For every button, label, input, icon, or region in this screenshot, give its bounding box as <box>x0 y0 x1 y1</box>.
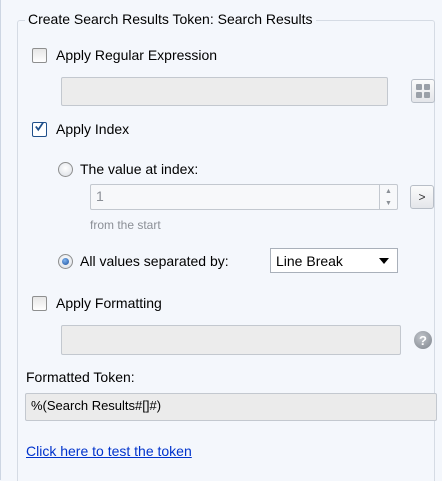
radio-selected-dot <box>62 258 69 265</box>
spin-up-icon[interactable]: ▲ <box>380 185 397 197</box>
test-token-link[interactable]: Click here to test the token <box>26 443 192 459</box>
apply-formatting-label[interactable]: Apply Formatting <box>56 295 162 311</box>
regex-input[interactable] <box>61 77 388 106</box>
value-at-index-radio[interactable] <box>58 162 73 177</box>
help-icon[interactable]: ? <box>414 331 432 349</box>
index-spinner[interactable]: ▲ ▼ <box>379 185 397 209</box>
apply-regex-label[interactable]: Apply Regular Expression <box>56 47 217 63</box>
separator-value: Line Break <box>276 252 343 269</box>
chevron-down-icon <box>379 258 389 264</box>
apply-index-label[interactable]: Apply Index <box>56 121 129 137</box>
all-values-label[interactable]: All values separated by: <box>80 253 229 269</box>
apply-regex-checkbox[interactable] <box>32 48 47 63</box>
apply-formatting-checkbox[interactable] <box>32 296 47 311</box>
index-value-text: 1 <box>96 188 104 204</box>
formatted-token-label: Formatted Token: <box>26 369 135 385</box>
formatted-token-field[interactable]: %(Search Results#[]#) <box>25 393 437 421</box>
grid-icon <box>416 84 430 98</box>
panel-left-border <box>0 0 1 480</box>
separator-select[interactable]: Line Break <box>270 248 398 273</box>
formatted-token-value: %(Search Results#[]#) <box>31 398 162 413</box>
go-index-label: > <box>418 190 426 204</box>
regex-builder-button[interactable] <box>411 79 435 103</box>
help-label: ? <box>419 332 427 348</box>
spin-down-icon[interactable]: ▼ <box>380 197 397 209</box>
value-at-index-label[interactable]: The value at index: <box>80 161 198 177</box>
token-panel: Create Search Results Token: Search Resu… <box>0 0 442 481</box>
checkmark-icon <box>35 121 44 132</box>
index-value-input[interactable]: 1 ▲ ▼ <box>90 184 398 210</box>
from-start-text: from the start <box>90 218 161 232</box>
group-title: Create Search Results Token: Search Resu… <box>25 11 316 27</box>
formatting-input[interactable] <box>61 325 401 355</box>
all-values-radio[interactable] <box>58 254 73 269</box>
go-index-button[interactable]: > <box>410 185 434 209</box>
apply-index-checkbox[interactable] <box>32 121 47 137</box>
